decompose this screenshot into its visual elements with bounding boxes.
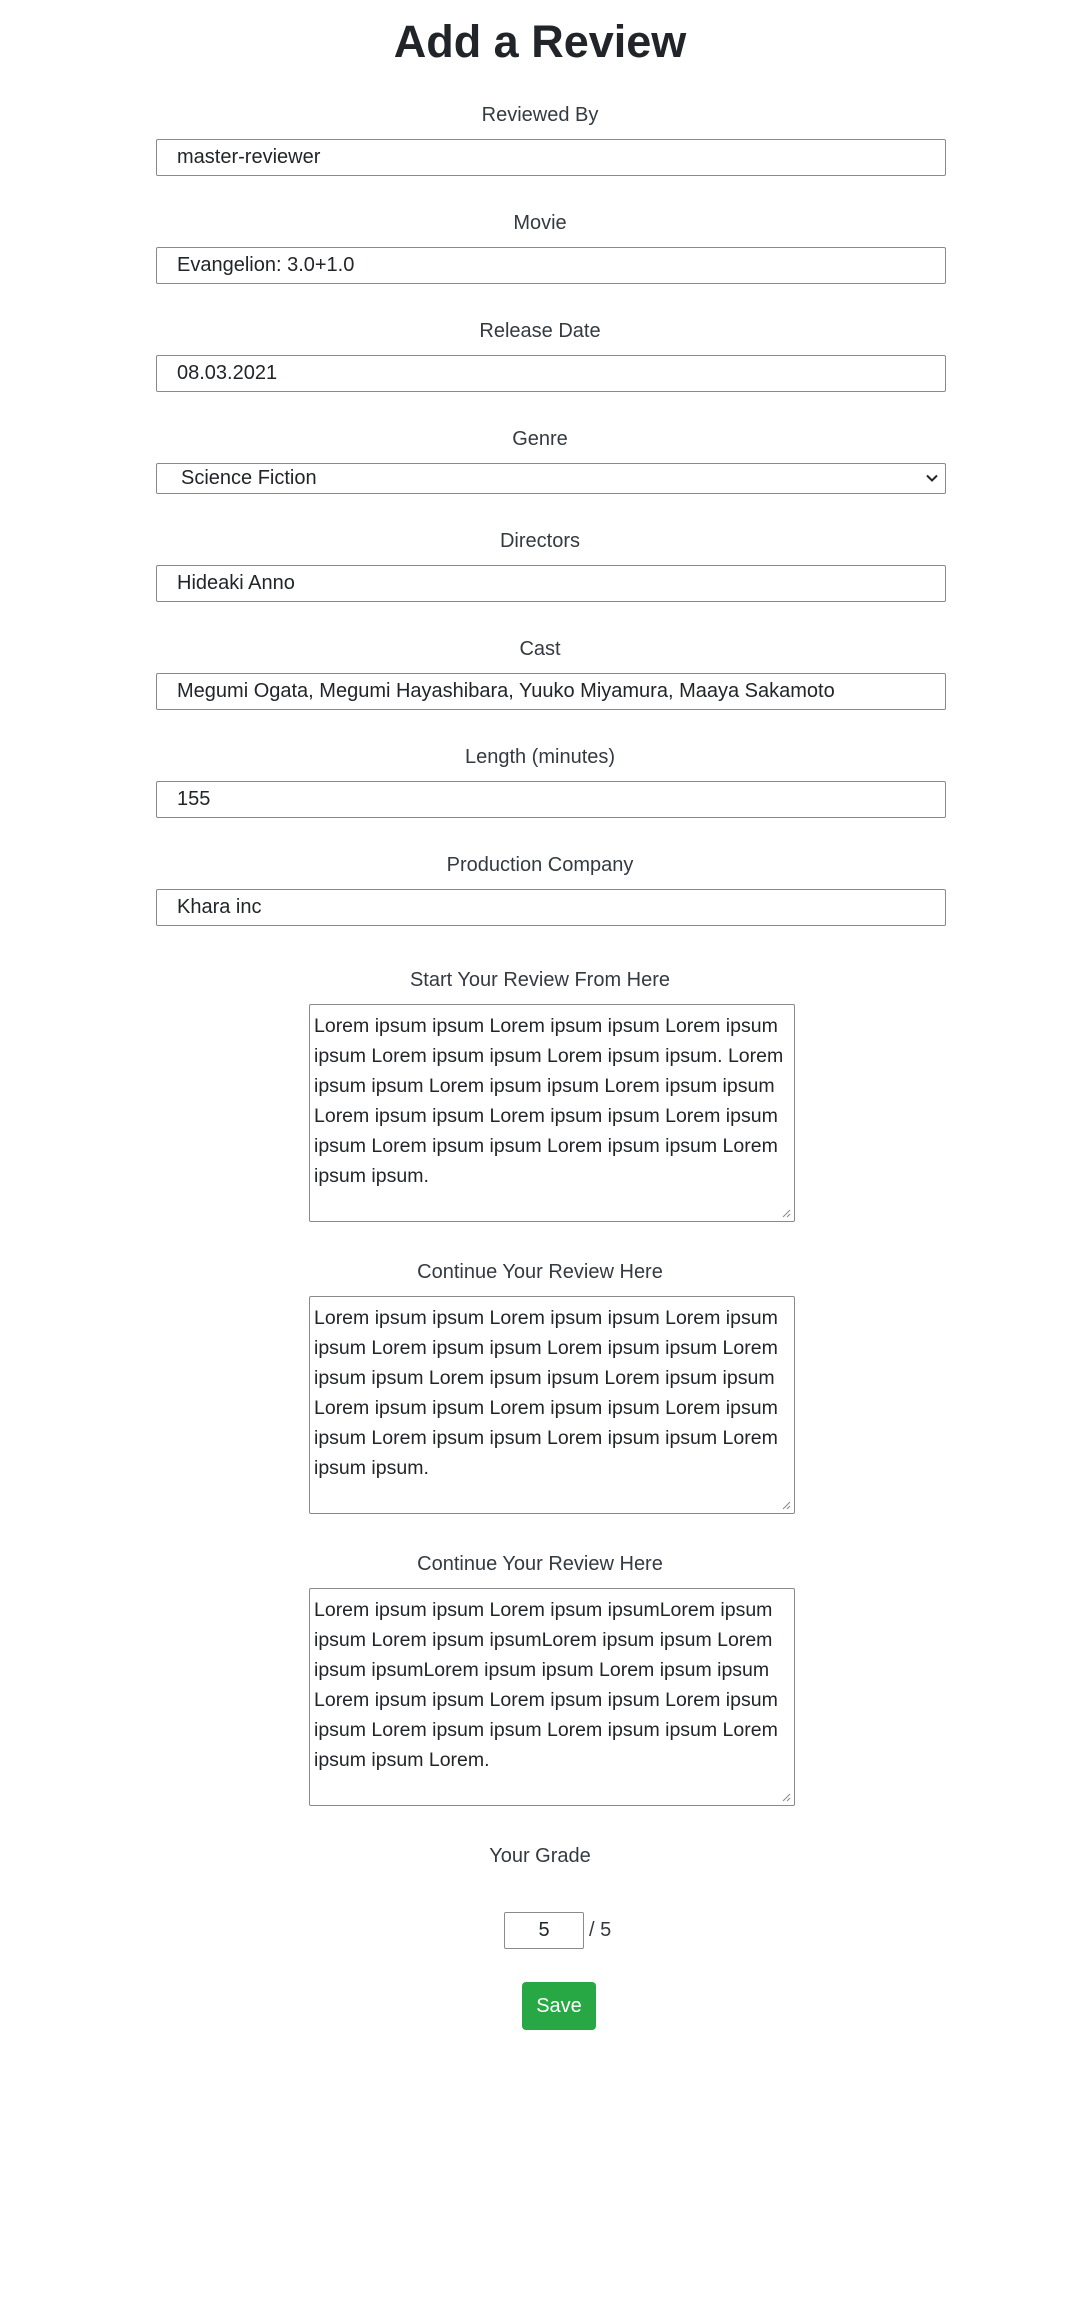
review-continue-1-textarea[interactable]: Lorem ipsum ipsum Lorem ipsum ipsum Lore… [309,1296,795,1514]
save-button[interactable]: Save [522,1982,596,2030]
length-label: Length (minutes) [464,746,616,768]
directors-input[interactable] [156,565,946,602]
length-input[interactable] [156,781,946,818]
review-start-textarea[interactable]: Lorem ipsum ipsum Lorem ipsum ipsum Lore… [309,1004,795,1222]
reviewed-by-label: Reviewed By [481,104,599,126]
review-continue-2-textarea[interactable]: Lorem ipsum ipsum Lorem ipsum ipsumLorem… [309,1588,795,1806]
resize-grip-icon[interactable] [781,1208,791,1218]
review-continue-2-label: Continue Your Review Here [417,1553,663,1575]
resize-grip-icon[interactable] [781,1500,791,1510]
grade-max-text: / 5 [589,1919,612,1941]
cast-input[interactable] [156,673,946,710]
review-continue-1-label: Continue Your Review Here [417,1261,663,1283]
release-date-input[interactable] [156,355,946,392]
grade-label: Your Grade [489,1845,591,1867]
production-company-input[interactable] [156,889,946,926]
grade-input[interactable] [504,1912,584,1949]
resize-grip-icon[interactable] [781,1792,791,1802]
genre-label: Genre [512,428,568,450]
chevron-down-icon [926,474,938,482]
directors-label: Directors [499,530,580,552]
review-start-label: Start Your Review From Here [409,969,671,991]
movie-input[interactable] [156,247,946,284]
reviewed-by-input[interactable] [156,139,946,176]
release-date-label: Release Date [479,320,601,342]
cast-label: Cast [519,638,561,660]
genre-select[interactable]: Science Fiction [156,463,946,494]
page-title: Add a Review [393,16,687,67]
genre-selected-value: Science Fiction [181,467,317,489]
movie-label: Movie [513,212,567,234]
production-company-label: Production Company [446,854,634,876]
